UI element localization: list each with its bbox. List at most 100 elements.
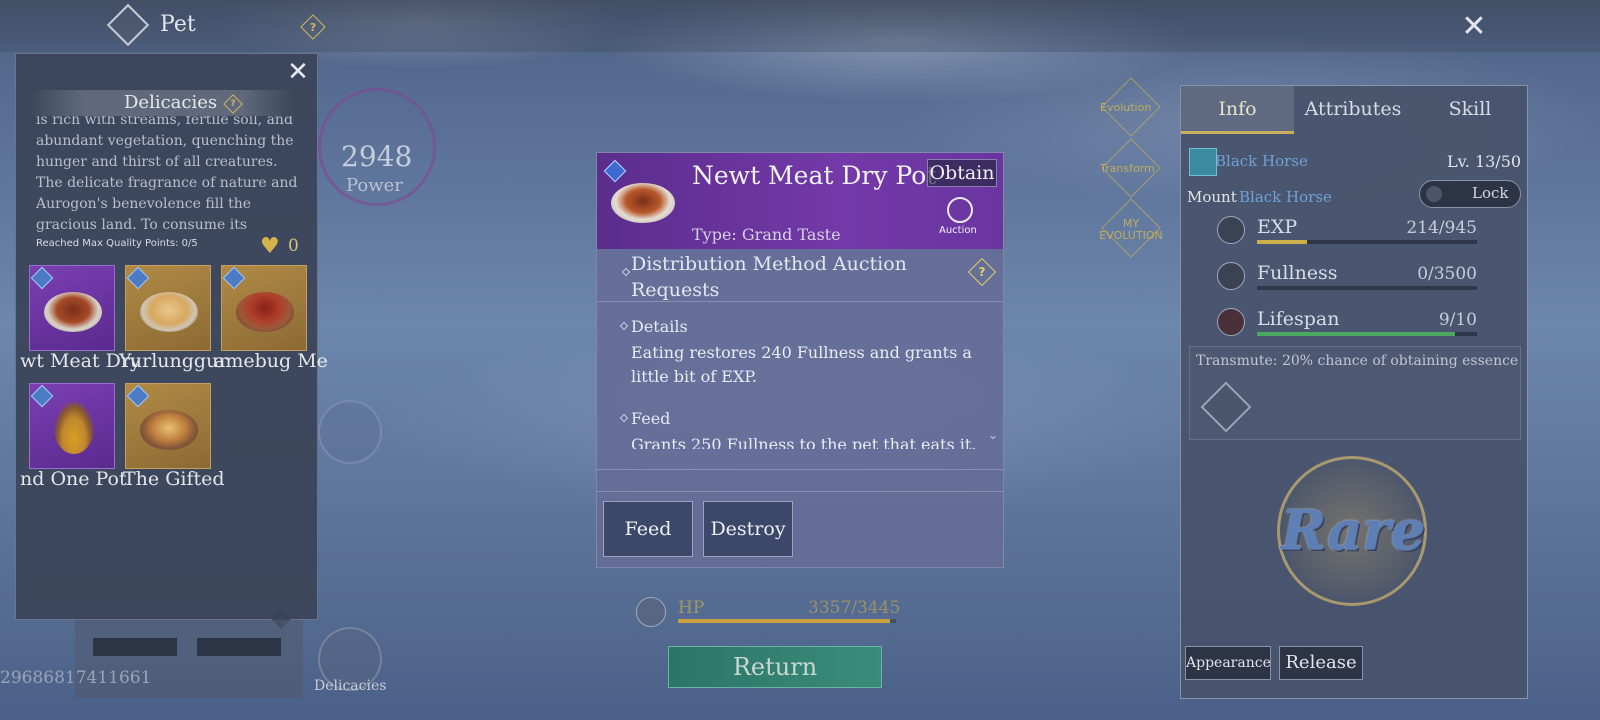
exp-value: 214/945 [1406, 218, 1477, 238]
power-label: Power [346, 175, 403, 196]
bullet-icon [619, 321, 629, 331]
hp-drop-icon [636, 597, 666, 627]
rarity-text: Rare [1281, 498, 1425, 562]
close-panel-icon[interactable]: ✕ [280, 54, 316, 90]
item-name-title: Newt Meat Dry Pot [692, 161, 937, 190]
delicacies-panel: ✕ Delicacies ? is rich with streams, fer… [15, 53, 328, 620]
tooltip-header: Newt Meat Dry Pot Obtain Auction Type: G… [597, 153, 1003, 249]
food-icon [54, 402, 94, 454]
hp-bar-fill [678, 619, 891, 623]
lifespan-bar-fill [1257, 332, 1455, 336]
heart-icon: ♥ [260, 234, 280, 259]
auction-label: Auction [939, 225, 977, 236]
feed-title: Feed [631, 409, 671, 428]
item-slot-newt-meat[interactable] [29, 265, 115, 351]
placeholder-bar [197, 638, 281, 656]
fullness-value: 0/3500 [1417, 264, 1477, 284]
feed-text: Grants 250 Fullness to the pet that eats… [631, 435, 977, 449]
fullness-icon [1217, 262, 1245, 290]
exp-label: EXP [1257, 216, 1298, 238]
hp-label: HP [678, 598, 705, 618]
delicacies-button-label: Delicacies [314, 678, 387, 694]
details-title: Details [631, 317, 688, 336]
heart-count: 0 [288, 236, 299, 256]
lock-toggle[interactable]: Lock [1419, 180, 1521, 208]
lifespan-value: 9/10 [1438, 310, 1477, 330]
delicacies-description: is rich with streams, fertile soil, and … [36, 116, 298, 232]
lifespan-label: Lifespan [1257, 308, 1340, 330]
food-icon [140, 292, 198, 332]
essence-slot[interactable] [1200, 381, 1252, 433]
mount-label: Mount [1187, 188, 1237, 206]
tooltip-body[interactable]: Distribution Method Auction Requests Det… [597, 249, 1003, 449]
divider [597, 469, 1003, 470]
my-evolution-label: MY EVOLUTION [1099, 217, 1163, 242]
item-name: The Gifted [123, 468, 225, 490]
food-icon [44, 292, 102, 332]
quality-badge-icon [30, 266, 54, 290]
return-button[interactable]: Return [668, 646, 882, 688]
placeholder-bar [93, 638, 177, 656]
horse-icon [1189, 148, 1217, 176]
obtain-button[interactable]: Obtain [927, 159, 997, 187]
item-type: Type: Grand Taste [692, 225, 841, 244]
panel-title: Delicacies [124, 92, 218, 113]
scroll-down-icon[interactable]: ⌄ [988, 428, 998, 442]
top-bar [0, 0, 1600, 52]
transmute-box: Transmute: 20% chance of obtaining essen… [1189, 346, 1521, 440]
quality-points-text: Reached Max Quality Points: 0/5 [36, 238, 198, 249]
item-slot-yurlunggur[interactable] [125, 265, 211, 351]
pet-id: 29686817411661 [0, 668, 152, 688]
fullness-label: Fullness [1257, 262, 1338, 284]
quality-badge-icon [126, 384, 150, 408]
close-window-icon[interactable]: ✕ [1456, 8, 1492, 44]
food-icon [236, 292, 294, 332]
quality-badge-icon [30, 384, 54, 408]
food-icon [611, 183, 675, 223]
divider [597, 491, 1003, 492]
pet-name: Black Horse [1215, 152, 1308, 170]
evolution-label: Evolution [1100, 101, 1152, 114]
quality-badge-icon [603, 159, 627, 183]
power-value: 2948 [341, 140, 413, 173]
bullet-icon [621, 267, 631, 277]
item-slot-one-pot[interactable] [29, 383, 115, 469]
exp-icon [1217, 216, 1245, 244]
lifespan-heart-icon [1217, 308, 1245, 336]
lock-label: Lock [1472, 184, 1509, 202]
destroy-button[interactable]: Destroy [703, 501, 793, 557]
bullet-icon [619, 413, 629, 423]
feed-button[interactable]: Feed [603, 501, 693, 557]
item-name: nd One Pot [20, 468, 127, 490]
item-name: amebug Me [214, 350, 328, 372]
tab-attributes[interactable]: Attributes [1294, 86, 1412, 134]
auction-icon[interactable] [947, 197, 973, 223]
dragon-icon[interactable] [318, 400, 382, 464]
release-button[interactable]: Release [1279, 646, 1363, 680]
hp-bar [678, 619, 896, 623]
appearance-button[interactable]: Appearance [1185, 646, 1271, 680]
transform-label: Transform [1100, 162, 1155, 175]
item-slot-the-gifted[interactable] [125, 383, 211, 469]
transmute-text: Transmute: 20% chance of obtaining essen… [1196, 353, 1519, 369]
exp-bar [1257, 240, 1477, 244]
item-name: Yurlunggur [119, 350, 228, 372]
divider [597, 301, 1003, 302]
item-tooltip: Newt Meat Dry Pot Obtain Auction Type: G… [596, 152, 1004, 568]
tab-skill[interactable]: Skill [1412, 86, 1528, 134]
tab-info[interactable]: Info [1181, 86, 1294, 134]
details-text: Eating restores 240 Fullness and grants … [631, 343, 972, 386]
mount-name: Black Horse [1239, 188, 1332, 206]
fullness-bar [1257, 286, 1477, 290]
hp-value: 3357/3445 [808, 598, 901, 618]
exp-bar-fill [1257, 240, 1307, 244]
lifespan-bar [1257, 332, 1477, 336]
pet-level: Lv. 13/50 [1447, 152, 1522, 171]
quality-badge-icon [126, 266, 150, 290]
food-icon [140, 410, 198, 450]
item-slot-flamebug[interactable] [221, 265, 307, 351]
distribution-method: Distribution Method Auction Requests [631, 253, 907, 301]
page-title: Pet [160, 12, 196, 37]
toggle-knob [1426, 186, 1442, 202]
quality-badge-icon [222, 266, 246, 290]
